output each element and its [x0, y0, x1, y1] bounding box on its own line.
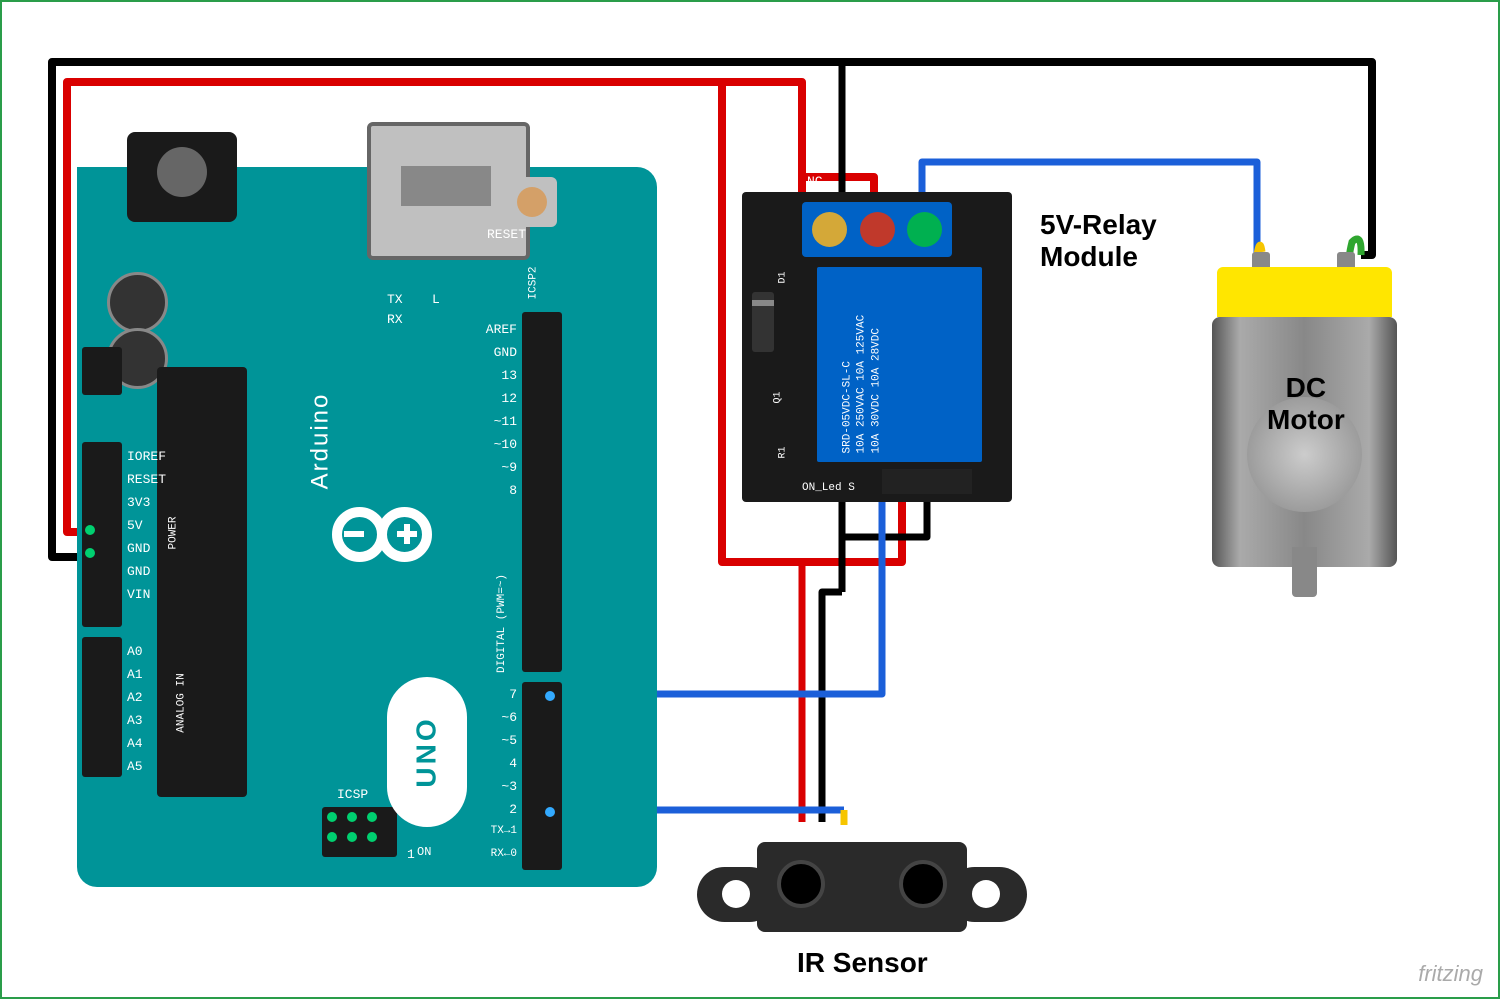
relay-label-2: Module — [1040, 241, 1138, 272]
uno-badge: UNO — [387, 677, 467, 827]
arduino-uno-board: RESET ICSP 1 IOREF RESET 3V3 — [77, 167, 657, 887]
analog-header — [82, 637, 122, 777]
pin-vin: VIN — [127, 587, 150, 602]
pin-3: ~3 — [477, 779, 517, 794]
motor-shaft — [1292, 547, 1317, 597]
power-jack — [127, 132, 237, 222]
rx-label: RX — [387, 312, 403, 327]
tx-label: TX — [387, 292, 403, 307]
no-label: NO — [942, 174, 958, 189]
pin-dot-gnd — [85, 548, 95, 558]
pin-gnd1: GND — [127, 541, 150, 556]
relay-diode — [752, 292, 774, 352]
pin-7: 7 — [477, 687, 517, 702]
pin-a4: A4 — [127, 736, 143, 751]
pin-5v: 5V — [127, 518, 143, 533]
circuit-diagram: RESET ICSP 1 IOREF RESET 3V3 — [0, 0, 1500, 999]
digital-header-lower — [522, 682, 562, 870]
motor-cap — [1217, 267, 1392, 317]
arduino-logo — [322, 427, 502, 567]
relay-spec1: 10A 250VAC 10A 125VAC — [855, 283, 869, 453]
extra-header — [82, 347, 122, 395]
relay-model-text: SRD-05VDC-SL-C 10A 250VAC 10A 125VAC 10A… — [841, 283, 884, 453]
q1-label: Q1 — [773, 391, 784, 403]
pin-3v3: 3V3 — [127, 495, 150, 510]
pin-1: TX→1 — [472, 825, 517, 837]
relay-terminal-block — [802, 202, 952, 257]
pin-aref: AREF — [477, 322, 517, 337]
relay-no-terminal — [907, 212, 942, 247]
icsp2-label: ICSP2 — [528, 266, 540, 299]
pin-gnd2: GND — [127, 564, 150, 579]
keyes-label: Keyes_SRly — [1019, 313, 1033, 385]
ir-label: IR Sensor — [797, 947, 928, 979]
pin-12: 12 — [477, 391, 517, 406]
nc-label: NC — [807, 174, 823, 189]
analog-label: ANALOG IN — [176, 673, 188, 732]
r1-label: R1 — [778, 446, 789, 458]
relay-spec2: 10A 30VDC 10A 28VDC — [869, 283, 883, 453]
atmega-chip — [157, 367, 247, 797]
pin-4: 4 — [477, 756, 517, 771]
pin-gnd-d: GND — [477, 345, 517, 360]
l-label: L — [432, 292, 440, 307]
ir-body — [757, 842, 967, 932]
power-label: POWER — [168, 516, 180, 549]
relay-bottom-label: ON_Led S — [802, 482, 855, 494]
relay-module: NC NO D1 Q1 R1 SRD-05VDC-SL-C 10A 250VAC… — [742, 192, 1012, 502]
pin-6: ~6 — [477, 710, 517, 725]
ir-sensor — [697, 842, 1027, 942]
arduino-pcb: RESET ICSP 1 IOREF RESET 3V3 — [77, 167, 657, 887]
pin-a1: A1 — [127, 667, 143, 682]
relay-nc-terminal — [812, 212, 847, 247]
pin-13: 13 — [477, 368, 517, 383]
motor-label-2: Motor — [1267, 404, 1345, 435]
reset-label: RESET — [487, 227, 526, 242]
one-label: 1 — [407, 847, 415, 862]
pin-0: RX←0 — [472, 848, 517, 860]
relay-label: 5V-Relay Module — [1040, 209, 1157, 273]
pin-ioref: IOREF — [127, 449, 166, 464]
pin-dot-5v — [85, 525, 95, 535]
pin-a3: A3 — [127, 713, 143, 728]
motor-label-1: DC — [1286, 372, 1326, 403]
icsp-header — [322, 807, 397, 857]
motor-body — [1212, 317, 1397, 567]
digital-header-upper — [522, 312, 562, 672]
uno-text: UNO — [411, 716, 443, 787]
pin-5: ~5 — [477, 733, 517, 748]
relay-model: SRD-05VDC-SL-C — [841, 283, 855, 453]
reset-button — [507, 177, 557, 227]
pin-a0: A0 — [127, 644, 143, 659]
relay-body: SRD-05VDC-SL-C 10A 250VAC 10A 125VAC 10A… — [817, 267, 982, 462]
ir-emitter-lens — [777, 860, 825, 908]
digital-label: DIGITAL (PWM=~) — [496, 553, 508, 673]
motor-label: DC Motor — [1267, 372, 1345, 436]
pin-2: 2 — [477, 802, 517, 817]
relay-input-pins — [882, 469, 972, 494]
ir-receiver-lens — [899, 860, 947, 908]
pin-dot-d7 — [545, 691, 555, 701]
d1-label: D1 — [778, 271, 789, 283]
fritzing-watermark: fritzing — [1418, 961, 1483, 987]
pin-a2: A2 — [127, 690, 143, 705]
pin-a5: A5 — [127, 759, 143, 774]
relay-label-1: 5V-Relay — [1040, 209, 1157, 240]
icsp-label: ICSP — [337, 787, 368, 802]
pin-reset: RESET — [127, 472, 166, 487]
relay-com-terminal — [860, 212, 895, 247]
on-label: ON — [417, 845, 431, 859]
pin-dot-d2 — [545, 807, 555, 817]
